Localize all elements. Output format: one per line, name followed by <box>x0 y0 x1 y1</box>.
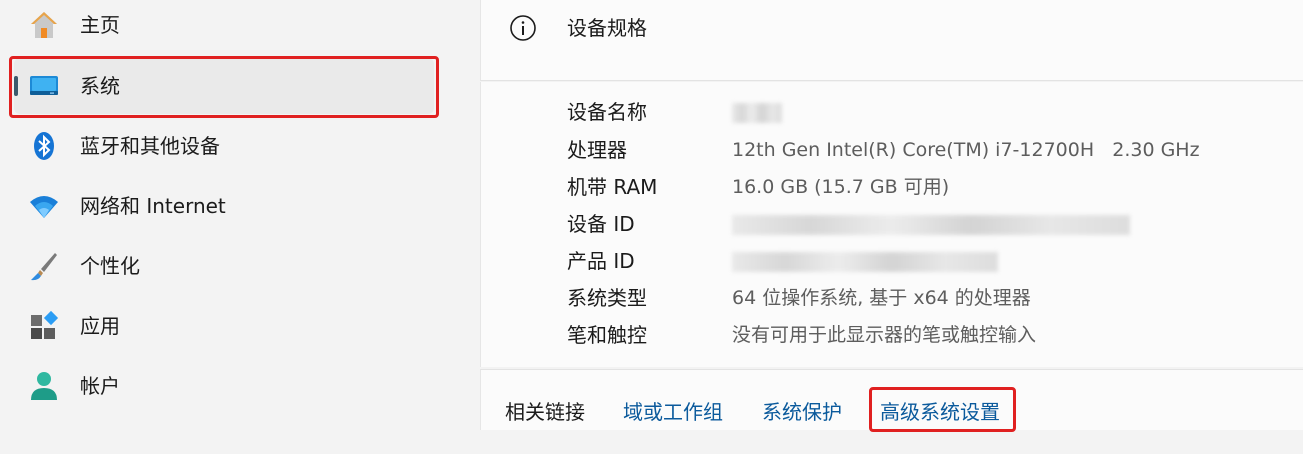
sidebar-item-label: 系统 <box>80 74 120 98</box>
spec-row-product-id: 产品 ID <box>567 246 1297 276</box>
spec-key: 产品 ID <box>567 249 635 273</box>
spec-row-system-type: 系统类型 64 位操作系统, 基于 x64 的处理器 <box>567 283 1297 313</box>
spec-row-processor: 处理器 12th Gen Intel(R) Core(TM) i7-12700H… <box>567 135 1297 165</box>
spec-key: 系统类型 <box>567 286 647 310</box>
info-icon <box>510 15 536 41</box>
spec-key: 笔和触控 <box>567 323 647 347</box>
active-indicator <box>14 76 18 96</box>
sidebar-item-apps[interactable]: 应用 <box>14 298 434 354</box>
spec-value: 64 位操作系统, 基于 x64 的处理器 <box>732 287 1031 309</box>
link-advanced-system-settings[interactable]: 高级系统设置 <box>880 370 1000 430</box>
bluetooth-icon <box>34 132 54 160</box>
account-icon <box>31 372 57 400</box>
spec-row-ram: 机带 RAM 16.0 GB (15.7 GB 可用) <box>567 172 1297 202</box>
device-specs-header[interactable]: 设备规格 <box>480 0 1303 81</box>
sidebar-item-label: 个性化 <box>80 254 140 278</box>
sidebar-item-label: 网络和 Internet <box>80 194 226 218</box>
home-icon <box>31 12 57 38</box>
sidebar-item-personalization[interactable]: 个性化 <box>14 238 434 294</box>
spec-value: 16.0 GB (15.7 GB 可用) <box>732 176 950 198</box>
link-domain-workgroup[interactable]: 域或工作组 <box>623 370 723 430</box>
system-icon <box>30 76 58 95</box>
sidebar-item-account[interactable]: 帐户 <box>14 358 434 414</box>
spec-value: 没有可用于此显示器的笔或触控输入 <box>732 324 1037 346</box>
settings-sidebar: 主页 系统 蓝牙和其他设备 网络和 Internet 个性化 应用 帐户 <box>0 0 480 429</box>
redacted-blur <box>732 215 1130 235</box>
spec-value: 12th Gen Intel(R) Core(TM) i7-12700H 2.3… <box>732 139 1200 161</box>
spec-key: 设备 ID <box>567 212 635 236</box>
spec-key: 处理器 <box>567 138 627 162</box>
spec-row-device-id: 设备 ID <box>567 209 1297 239</box>
paintbrush-icon <box>31 253 57 281</box>
section-title: 设备规格 <box>567 16 647 40</box>
sidebar-item-network[interactable]: 网络和 Internet <box>14 178 434 234</box>
spec-row-pen-touch: 笔和触控 没有可用于此显示器的笔或触控输入 <box>567 320 1297 350</box>
related-links-bar: 相关链接 域或工作组 系统保护 高级系统设置 <box>480 369 1303 432</box>
sidebar-item-label: 帐户 <box>80 374 120 398</box>
wifi-icon <box>30 196 58 218</box>
sidebar-item-bluetooth[interactable]: 蓝牙和其他设备 <box>14 118 434 174</box>
sidebar-item-system[interactable]: 系统 <box>14 58 434 114</box>
redacted-blur <box>732 252 998 272</box>
sidebar-item-home[interactable]: 主页 <box>14 0 434 53</box>
device-specs-body: 设备名称 处理器 12th Gen Intel(R) Core(TM) i7-1… <box>480 82 1303 367</box>
sidebar-item-label: 蓝牙和其他设备 <box>80 134 220 158</box>
spec-row-device-name: 设备名称 <box>567 97 1297 127</box>
spec-key: 设备名称 <box>567 100 647 124</box>
sidebar-item-label: 主页 <box>80 13 120 37</box>
sidebar-item-label: 应用 <box>80 314 120 338</box>
redacted-blur <box>732 103 782 123</box>
related-links-title: 相关链接 <box>505 400 585 424</box>
link-system-protection[interactable]: 系统保护 <box>762 370 842 430</box>
apps-icon <box>31 310 59 339</box>
main-panel: 设备规格 设备名称 处理器 12th Gen Intel(R) Core(TM)… <box>480 0 1303 432</box>
spec-key: 机带 RAM <box>567 175 658 199</box>
